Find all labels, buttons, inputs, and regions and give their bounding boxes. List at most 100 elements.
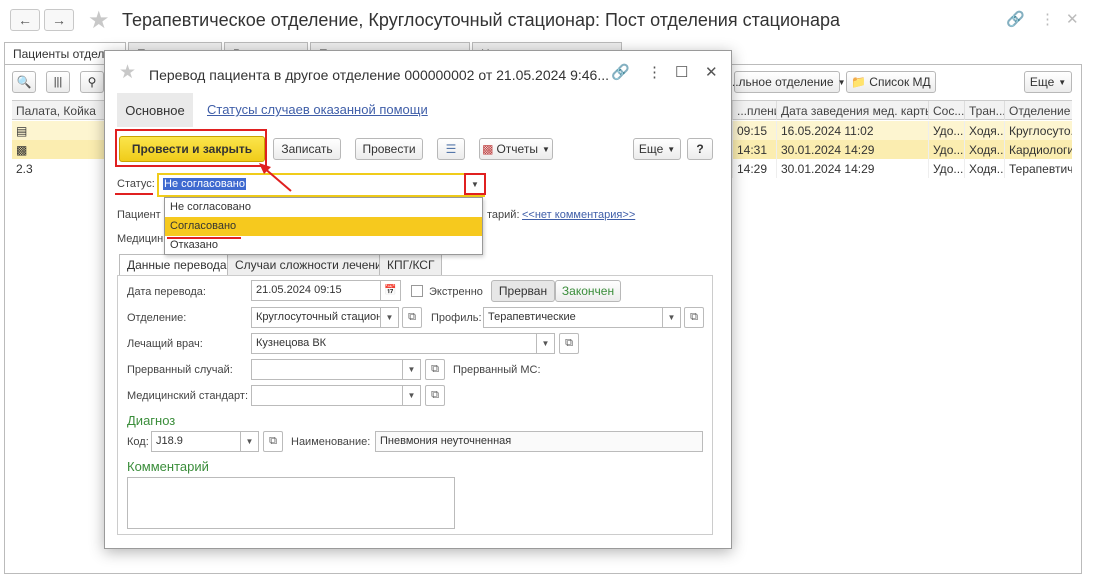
col-department[interactable]: Отделение <box>1004 101 1072 120</box>
chevron-down-icon: ▼ <box>541 339 550 348</box>
more-vertical-icon[interactable]: ⋮ <box>647 63 662 81</box>
chevron-down-icon: ▼ <box>245 437 254 446</box>
chevron-down-icon: ▼ <box>385 313 394 322</box>
favorite-star-icon[interactable]: ★ <box>88 6 110 35</box>
dialog-more-button[interactable]: Еще ▼ <box>633 138 681 160</box>
doctor-open-button[interactable]: ⧉ <box>559 333 579 354</box>
doctor-field[interactable]: Кузнецова ВК <box>251 333 537 354</box>
comment-textarea[interactable] <box>127 477 455 529</box>
interrupted-case-open-button[interactable]: ⧉ <box>425 359 445 380</box>
cell-transport: Ходя... <box>964 121 1004 140</box>
emergency-label: Экстренно <box>429 286 483 298</box>
close-icon[interactable]: ✕ <box>705 63 718 81</box>
list-md-button[interactable]: 📁 Список МД <box>846 71 936 93</box>
status-label: Статус: <box>117 178 155 190</box>
emergency-checkbox[interactable] <box>411 285 423 297</box>
interrupted-case-label: Прерванный случай: <box>127 364 233 376</box>
transfer-date-field[interactable]: 21.05.2024 09:15 <box>251 280 381 301</box>
tab-transfer-data[interactable]: Данные перевода <box>119 254 235 276</box>
status-field[interactable]: Не согласовано <box>157 173 485 197</box>
open-icon: ⧉ <box>431 363 439 375</box>
favorite-star-icon[interactable]: ★ <box>119 61 136 84</box>
link-icon[interactable]: 🔗 <box>1006 10 1025 28</box>
section-main[interactable]: Основное <box>117 93 193 127</box>
chevron-down-icon: ▼ <box>471 179 479 189</box>
chevron-down-icon: ▼ <box>837 77 846 87</box>
tab-kpg-ksg[interactable]: КПГ/КСГ <box>379 254 443 275</box>
interrupted-case-dropdown[interactable]: ▼ <box>403 359 421 380</box>
medic-label: Медицин <box>117 233 164 245</box>
link-icon[interactable]: 🔗 <box>611 63 630 81</box>
transfer-date-label: Дата перевода: <box>127 286 206 298</box>
barcode-button[interactable]: ||| <box>46 71 70 93</box>
reports-button[interactable]: ▩ Отчеты ▼ <box>479 138 553 160</box>
row-icon-cell: ▩ <box>12 140 104 159</box>
forward-button[interactable]: → <box>44 9 74 31</box>
col-admission[interactable]: ...пления <box>732 101 776 120</box>
department-open-button[interactable]: ⧉ <box>402 307 422 328</box>
profile-field[interactable]: Терапевтические <box>483 307 663 328</box>
list-icon: ☰ <box>445 142 457 156</box>
post-button[interactable]: Провести <box>355 138 423 160</box>
status-option-agreed[interactable]: Согласовано <box>165 217 482 236</box>
diagnosis-name-field[interactable]: Пневмония неуточненная <box>375 431 703 452</box>
annotation-underline <box>167 237 241 239</box>
interrupted-button[interactable]: Прерван <box>491 280 555 302</box>
patient-label: Пациент <box>117 209 161 221</box>
status-dropdown-button[interactable]: ▼ <box>464 173 486 195</box>
col-transport[interactable]: Тран... <box>964 101 1004 120</box>
chevron-down-icon: ▼ <box>1058 77 1067 87</box>
status-option-not-agreed[interactable]: Не согласовано <box>165 198 482 217</box>
interrupted-ms-label: Прерванный МС: <box>453 364 541 376</box>
department-button-label: ...льное отделение <box>728 75 834 89</box>
col-ward[interactable]: Палата, Койка <box>12 101 104 120</box>
maximize-icon[interactable]: ☐ <box>675 63 688 81</box>
arrow-left-icon: ← <box>18 12 32 28</box>
finished-button[interactable]: Закончен <box>555 280 621 302</box>
diagnosis-header: Диагноз <box>127 413 176 428</box>
post-and-close-button[interactable]: Провести и закрыть <box>119 136 265 162</box>
cell-state: Удо... <box>928 159 964 178</box>
arrow-right-icon: → <box>52 12 66 28</box>
chevron-down-icon: ▼ <box>407 365 416 374</box>
cell-state: Удо... <box>928 121 964 140</box>
profile-dropdown[interactable]: ▼ <box>663 307 681 328</box>
status-dropdown-list: Не согласовано Согласовано Отказано <box>164 197 483 255</box>
help-button[interactable]: ? <box>687 138 713 160</box>
back-button[interactable]: ← <box>10 9 40 31</box>
annotation-underline <box>115 193 153 195</box>
search-button[interactable]: 🔍 <box>12 71 36 93</box>
interrupted-case-field[interactable] <box>251 359 403 380</box>
list-md-label: Список МД <box>869 75 931 89</box>
search-clear-button[interactable]: ⚲ <box>80 71 104 93</box>
code-field[interactable]: J18.9 <box>151 431 241 452</box>
col-record-date[interactable]: Дата заведения мед. карты <box>776 101 928 120</box>
section-statuses-link[interactable]: Статусы случаев оказанной помощи <box>207 102 428 117</box>
med-standard-field[interactable] <box>251 385 403 406</box>
profile-open-button[interactable]: ⧉ <box>684 307 704 328</box>
close-icon[interactable]: ✕ <box>1066 10 1079 28</box>
med-standard-dropdown[interactable]: ▼ <box>403 385 421 406</box>
save-button[interactable]: Записать <box>273 138 341 160</box>
calendar-button[interactable]: 📅 <box>381 280 401 301</box>
code-dropdown[interactable]: ▼ <box>241 431 259 452</box>
cell-record-date: 30.01.2024 14:29 <box>776 159 928 178</box>
comment-label: тарий: <box>487 209 520 221</box>
tab-complexity-cases[interactable]: Случаи сложности лечения <box>227 254 397 275</box>
no-comment-link[interactable]: <<нет комментария>> <box>522 209 635 221</box>
col-state[interactable]: Сос... <box>928 101 964 120</box>
more-button[interactable]: Еще ▼ <box>1024 71 1072 93</box>
doctor-label: Лечащий врач: <box>127 338 203 350</box>
cell-transport: Ходя... <box>964 159 1004 178</box>
code-open-button[interactable]: ⧉ <box>263 431 283 452</box>
more-vertical-icon[interactable]: ⋮ <box>1040 10 1055 28</box>
search-icon: 🔍 <box>16 75 32 89</box>
department-dropdown[interactable]: ▼ <box>381 307 399 328</box>
doctor-dropdown[interactable]: ▼ <box>537 333 555 354</box>
list-button[interactable]: ☰ <box>437 138 465 160</box>
open-icon: ⧉ <box>408 311 416 323</box>
department-dropdown-button[interactable]: ...льное отделение ▼ <box>729 71 845 93</box>
chevron-down-icon: ▼ <box>667 313 676 322</box>
med-standard-open-button[interactable]: ⧉ <box>425 385 445 406</box>
department-field[interactable]: Круглосуточный стацион <box>251 307 381 328</box>
